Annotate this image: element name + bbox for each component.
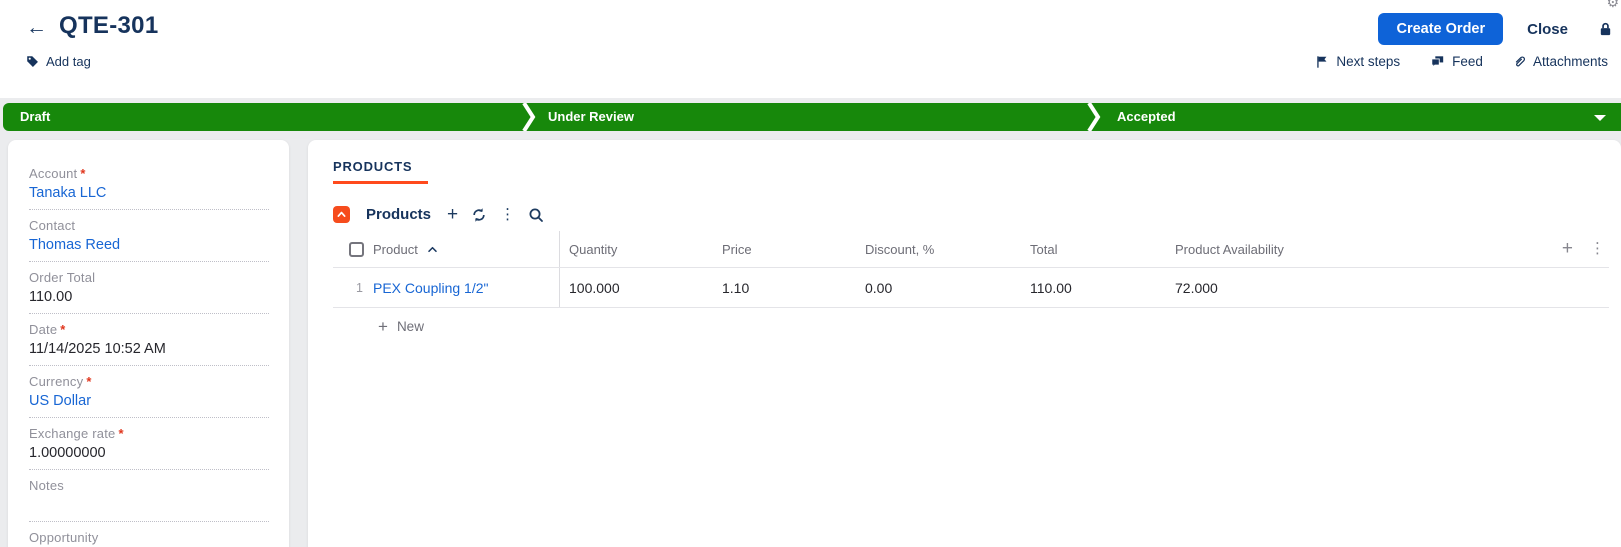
tab-products[interactable]: PRODUCTS [333, 159, 429, 184]
quick-links: Next steps Feed Attachments [1315, 54, 1608, 69]
field-order-total: Order Total 110.00 [29, 262, 269, 314]
sort-asc-icon [427, 246, 438, 253]
field-label: Account * [29, 166, 86, 181]
feed-button[interactable]: Feed [1430, 54, 1483, 69]
cell-total[interactable]: 110.00 [1021, 268, 1166, 307]
field-contact: Contact Thomas Reed [29, 210, 269, 262]
gear-icon[interactable]: ⚙ [1606, 0, 1619, 11]
section-title: Products [366, 206, 432, 223]
create-order-button[interactable]: Create Order [1378, 13, 1504, 45]
field-value[interactable]: 11/14/2025 10:52 AM [29, 341, 269, 357]
stage-draft[interactable]: Draft [20, 103, 50, 131]
section-menu-icon[interactable]: ⋮ [500, 206, 515, 223]
tag-icon [26, 55, 39, 68]
page-title: QTE-301 [59, 12, 159, 39]
lock-icon[interactable] [1598, 21, 1613, 37]
field-value-link[interactable]: Tanaka LLC [29, 185, 269, 201]
required-marker: * [118, 426, 124, 441]
header-select-cell [333, 231, 373, 267]
column-header-total[interactable]: Total [1021, 231, 1166, 267]
column-header-price[interactable]: Price [713, 231, 856, 267]
field-label: Currency * [29, 374, 92, 389]
attachments-button[interactable]: Attachments [1513, 54, 1608, 69]
next-steps-button[interactable]: Next steps [1315, 54, 1400, 69]
product-link[interactable]: PEX Coupling 1/2" [373, 280, 489, 296]
next-steps-label: Next steps [1336, 54, 1401, 69]
top-bar: ← QTE-301 Add tag Create Order Close ⚙ N… [0, 0, 1621, 98]
record-fields-panel: Account * Tanaka LLC Contact Thomas Reed … [8, 140, 289, 547]
select-all-checkbox[interactable] [349, 241, 364, 257]
app-root: ← QTE-301 Add tag Create Order Close ⚙ N… [0, 0, 1621, 547]
stage-separator-icon [522, 101, 536, 133]
cell-price[interactable]: 1.10 [713, 268, 856, 307]
topbar-actions: Create Order Close [1378, 13, 1613, 45]
add-product-icon[interactable]: + [447, 205, 458, 224]
close-button[interactable]: Close [1527, 21, 1568, 38]
column-header-discount[interactable]: Discount, % [856, 231, 1021, 267]
field-value-link[interactable]: US Dollar [29, 393, 269, 409]
cell-availability[interactable]: 72.000 [1166, 268, 1539, 307]
products-table: Product Quantity Price Discount, % Total… [333, 231, 1609, 336]
add-tag-button[interactable]: Add tag [26, 54, 91, 69]
field-opportunity: Opportunity [29, 522, 269, 547]
required-marker: * [80, 166, 86, 181]
field-label: Contact [29, 218, 76, 233]
field-notes: Notes [29, 470, 269, 522]
field-label: Order Total [29, 270, 96, 285]
feed-icon [1430, 55, 1445, 69]
tab-strip: PRODUCTS [308, 140, 1621, 184]
field-label: Notes [29, 478, 64, 493]
stage-under-review[interactable]: Under Review [548, 103, 634, 131]
back-arrow-icon[interactable]: ← [26, 16, 47, 40]
column-header-availability[interactable]: Product Availability [1166, 231, 1539, 267]
collapse-section-button[interactable] [333, 206, 350, 223]
required-marker: * [86, 374, 92, 389]
table-menu-icon[interactable]: ⋮ [1590, 241, 1605, 257]
field-value[interactable]: 1.00000000 [29, 445, 269, 461]
paperclip-icon [1513, 54, 1526, 69]
column-header-quantity[interactable]: Quantity [560, 231, 713, 267]
required-marker: * [60, 322, 66, 337]
stage-dropdown-caret-icon[interactable] [1594, 115, 1606, 121]
products-toolbar: Products + ⋮ [308, 184, 1621, 224]
stage-separator-icon [1087, 101, 1101, 133]
new-row-label: New [396, 319, 424, 334]
search-icon[interactable] [528, 207, 544, 223]
field-date: Date * 11/14/2025 10:52 AM [29, 314, 269, 366]
stage-progress-bar: Draft Under Review Accepted [3, 101, 1621, 133]
row-number: 1 [356, 280, 363, 295]
field-label: Date * [29, 322, 66, 337]
table-row: 1 PEX Coupling 1/2" 100.000 1.10 0.00 11… [333, 268, 1609, 308]
cell-discount[interactable]: 0.00 [856, 268, 1021, 307]
add-column-row-icon[interactable]: + [1562, 239, 1573, 258]
plus-icon: + [378, 316, 388, 336]
field-account: Account * Tanaka LLC [29, 158, 269, 210]
field-value[interactable]: 110.00 [29, 289, 269, 305]
table-header-row: Product Quantity Price Discount, % Total… [333, 231, 1609, 268]
add-tag-label: Add tag [46, 54, 91, 69]
field-value-link[interactable]: Thomas Reed [29, 237, 269, 253]
field-currency: Currency * US Dollar [29, 366, 269, 418]
field-label: Exchange rate * [29, 426, 124, 441]
cell-quantity[interactable]: 100.000 [560, 268, 713, 307]
feed-label: Feed [1452, 54, 1483, 69]
field-value[interactable] [29, 497, 269, 513]
cell-product: PEX Coupling 1/2" [373, 268, 560, 307]
field-label: Opportunity [29, 530, 99, 545]
detail-panel: PRODUCTS Products + ⋮ Product Quantity P… [308, 140, 1621, 547]
header-actions-cell: + ⋮ [1539, 231, 1609, 267]
row-actions-cell [1539, 268, 1609, 307]
stage-accepted[interactable]: Accepted [1117, 103, 1176, 131]
refresh-icon[interactable] [471, 207, 487, 223]
column-header-product[interactable]: Product [373, 231, 560, 267]
field-exchange-rate: Exchange rate * 1.00000000 [29, 418, 269, 470]
attachments-label: Attachments [1532, 54, 1608, 69]
new-row-button[interactable]: + New [378, 316, 1609, 336]
flag-icon [1315, 55, 1329, 69]
